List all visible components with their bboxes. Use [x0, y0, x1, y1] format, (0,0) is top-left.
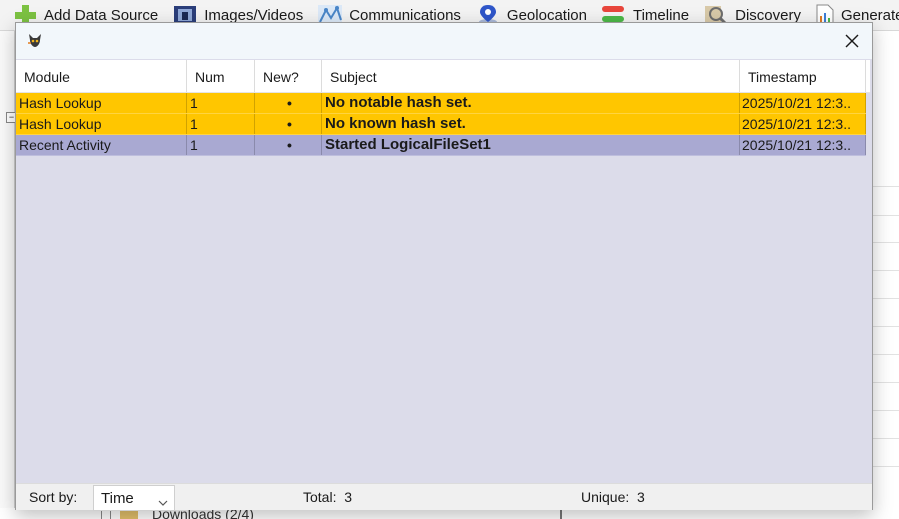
cell-subject: Started LogicalFileSet1 — [322, 135, 740, 155]
unique-label: Unique: — [581, 489, 630, 505]
close-icon — [845, 34, 859, 48]
cell-subject: No notable hash set. — [322, 93, 740, 113]
total-label: Total: — [303, 489, 337, 505]
cell-timestamp: 2025/10/21 12:3.. — [740, 114, 866, 134]
toolbar-label: Discovery — [735, 6, 801, 24]
cell-new: • — [255, 135, 322, 155]
table-header: Module Num New? Subject Timestamp — [16, 60, 870, 93]
toolbar-label: Communications — [349, 6, 461, 24]
cell-num: 1 — [187, 114, 255, 134]
background-tree-panel: − — [0, 31, 17, 519]
folder-icon — [120, 510, 138, 519]
table-row[interactable]: Recent Activity 1 • Started LogicalFileS… — [16, 135, 866, 156]
column-header-num[interactable]: Num — [187, 60, 255, 92]
cell-module: Hash Lookup — [16, 114, 187, 134]
unique-value: 3 — [637, 489, 645, 505]
sort-by-label: Sort by: — [29, 489, 78, 505]
column-header-subject[interactable]: Subject — [322, 60, 740, 92]
toolbar-label: Generate — [840, 6, 899, 24]
notifications-dialog: Module Num New? Subject Timestamp Hash L… — [15, 22, 873, 511]
column-header-timestamp[interactable]: Timestamp — [740, 60, 866, 92]
cell-new: • — [255, 93, 322, 113]
total-count: Total: 3 — [303, 489, 352, 505]
cell-new: • — [255, 114, 322, 134]
toolbar-label: Images/Videos — [204, 6, 304, 24]
cell-module: Hash Lookup — [16, 93, 187, 113]
table-row[interactable]: Hash Lookup 1 • No notable hash set. 202… — [16, 93, 866, 114]
chevron-down-icon — [158, 494, 168, 511]
close-button[interactable] — [838, 27, 866, 55]
cell-module: Recent Activity — [16, 135, 187, 155]
column-header-new[interactable]: New? — [255, 60, 322, 92]
autopsy-logo-icon — [26, 31, 44, 49]
column-header-module[interactable]: Module — [16, 60, 187, 92]
cell-timestamp: 2025/10/21 12:3.. — [740, 93, 866, 113]
toolbar-label: Geolocation — [506, 6, 587, 24]
toolbar-label: Timeline — [632, 6, 690, 24]
background-results-panel — [873, 31, 899, 519]
total-value: 3 — [344, 489, 353, 505]
sort-by-dropdown[interactable]: Time — [93, 485, 175, 511]
cell-timestamp: 2025/10/21 12:3.. — [740, 135, 866, 155]
cell-num: 1 — [187, 93, 255, 113]
unique-count: Unique: 3 — [581, 489, 645, 505]
cell-subject: No known hash set. — [322, 114, 740, 134]
expand-icon[interactable] — [101, 510, 111, 519]
sort-by-value: Time — [101, 489, 134, 507]
table-body: Hash Lookup 1 • No notable hash set. 202… — [16, 93, 866, 156]
dialog-titlebar[interactable] — [16, 23, 872, 59]
toolbar-label: Add Data Source — [44, 6, 159, 24]
cell-num: 1 — [187, 135, 255, 155]
table-row[interactable]: Hash Lookup 1 • No known hash set. 2025/… — [16, 114, 866, 135]
notifications-table: Module Num New? Subject Timestamp Hash L… — [16, 60, 870, 482]
dialog-status-bar: Sort by: Time Total: 3 Unique: 3 — [16, 483, 872, 511]
